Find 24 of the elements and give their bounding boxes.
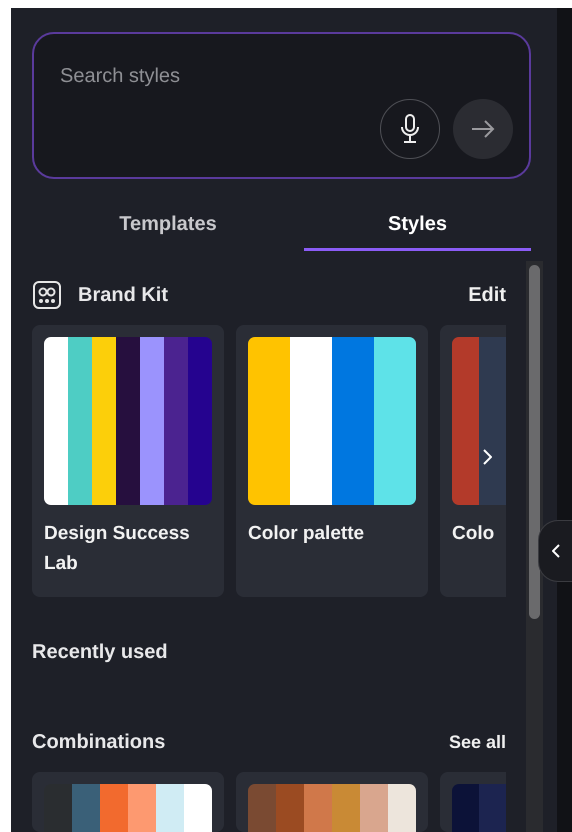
tab[interactable]: Templates bbox=[32, 201, 304, 251]
combination-card[interactable] bbox=[236, 772, 428, 832]
tab[interactable]: Styles bbox=[304, 201, 531, 251]
collapse-button[interactable] bbox=[538, 520, 572, 582]
edit-link[interactable]: Edit bbox=[468, 284, 506, 306]
scrollbar-thumb[interactable] bbox=[529, 265, 540, 619]
section-title: Recently used bbox=[32, 641, 169, 664]
brand-kit-icon bbox=[33, 281, 61, 309]
microphone-button[interactable] bbox=[380, 99, 440, 159]
search-field[interactable]: Search styles bbox=[58, 64, 362, 89]
section-title: Brand Kit bbox=[78, 284, 168, 306]
palette-card[interactable]: Colo bbox=[440, 325, 506, 597]
palette-card[interactable]: Color palette bbox=[236, 325, 428, 597]
palette-name: Color palette bbox=[248, 522, 366, 546]
palette-name: Design Success Lab bbox=[44, 522, 191, 576]
palette-name: Colo bbox=[452, 522, 496, 546]
chevron-right-icon bbox=[482, 449, 492, 465]
palette-card[interactable]: Design Success Lab bbox=[32, 325, 224, 597]
microphone-icon bbox=[400, 114, 420, 144]
chevron-left-icon bbox=[552, 544, 560, 558]
section-title: Combinations bbox=[32, 730, 166, 754]
see-all-link[interactable]: See all bbox=[448, 732, 506, 752]
combination-card[interactable] bbox=[32, 772, 224, 832]
arrow-right-icon bbox=[471, 120, 495, 138]
